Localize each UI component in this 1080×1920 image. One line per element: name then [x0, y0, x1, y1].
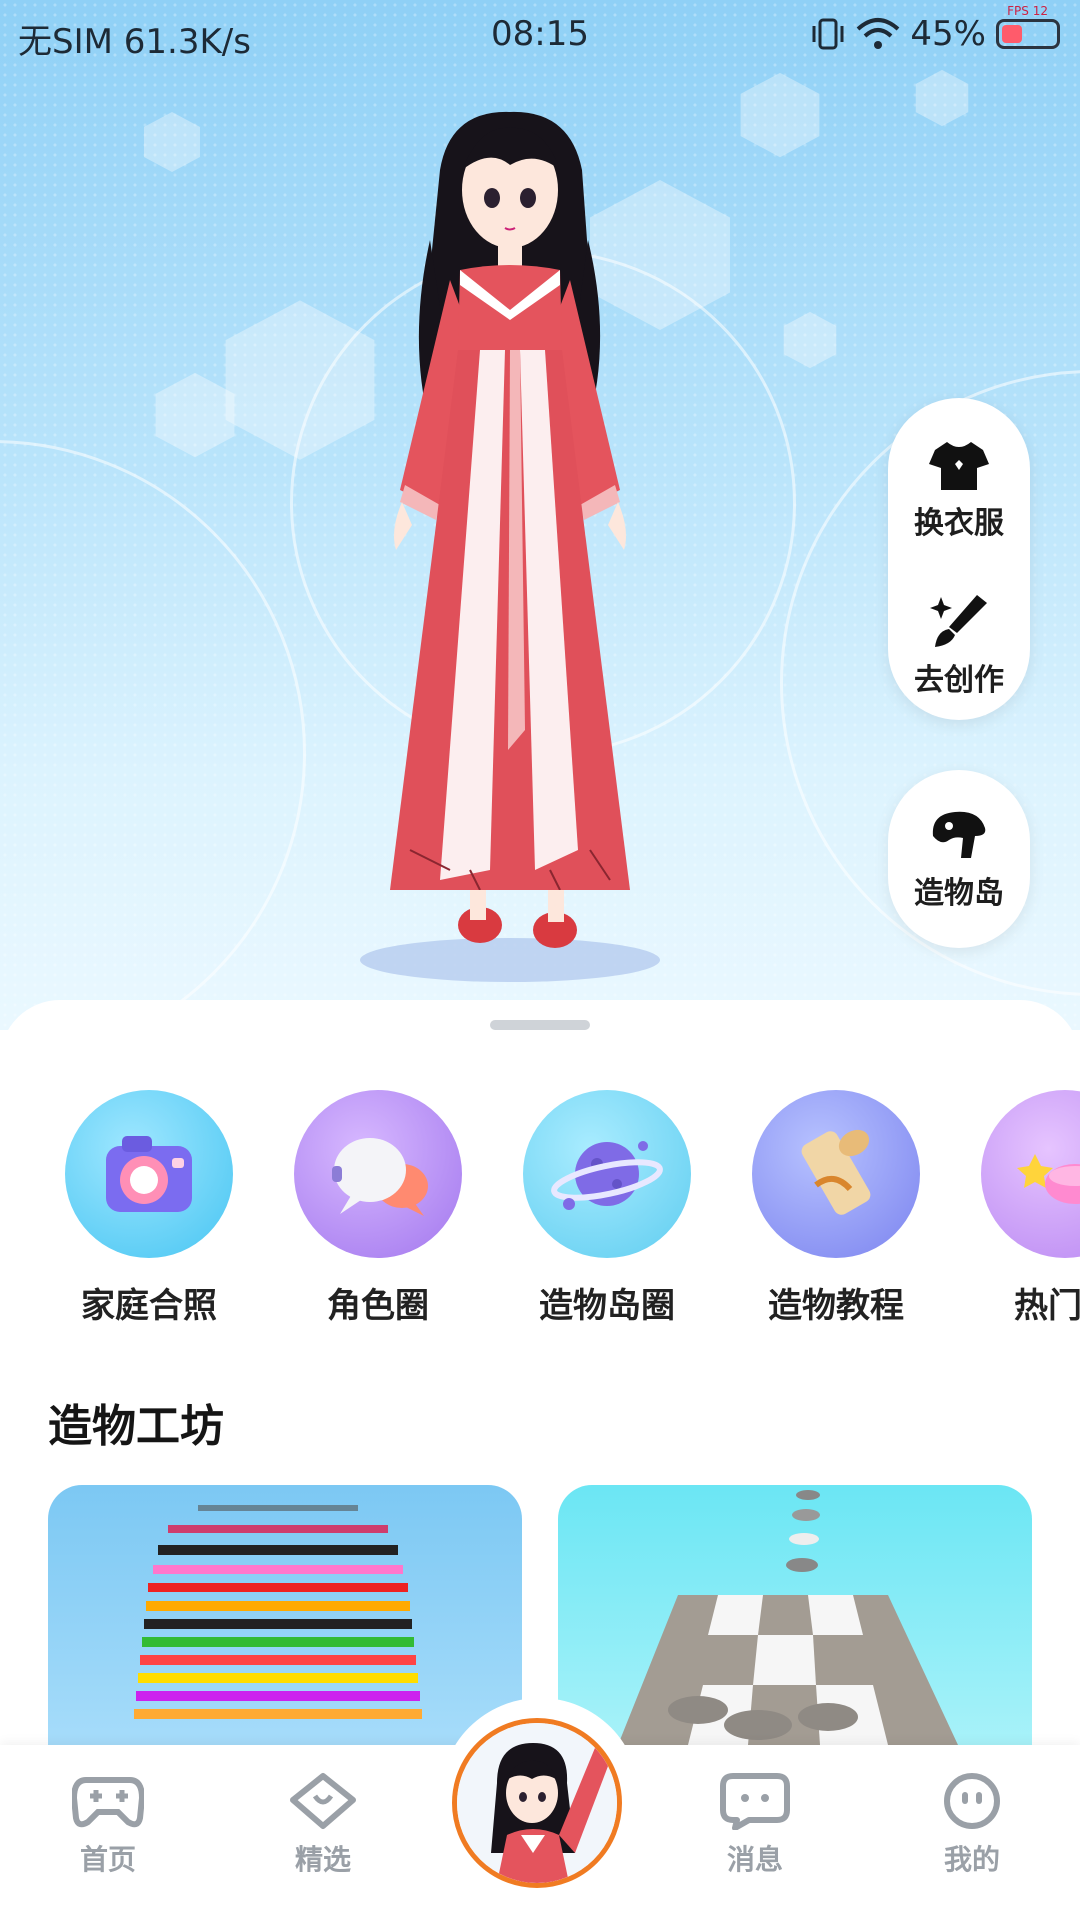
change-clothes-button[interactable]: 换衣服 [888, 398, 1030, 570]
island-button[interactable]: 造物岛 [888, 770, 1030, 948]
island-label: 造物岛 [914, 876, 1004, 911]
avatar-thumbnail [457, 1723, 617, 1883]
decor-hexagon [740, 72, 820, 158]
change-clothes-label: 换衣服 [914, 506, 1004, 541]
shortcut-trending[interactable]: 热门话 [965, 1090, 1080, 1327]
nav-messages-label: 消息 [726, 1843, 783, 1876]
decor-hexagon [144, 112, 200, 172]
shortcut-island-circle[interactable]: 造物岛圈 [507, 1090, 707, 1327]
nav-home-label: 首页 [79, 1843, 136, 1876]
profile-face-icon [944, 1773, 1000, 1829]
create-label: 去创作 [914, 663, 1004, 698]
nav-featured-label: 精选 [294, 1843, 351, 1876]
sheet-drag-handle[interactable] [490, 1020, 590, 1030]
gamepad-icon [70, 1777, 146, 1828]
trending-icon [1017, 1154, 1080, 1204]
camera-icon [106, 1136, 192, 1212]
shortcut-label: 角色圈 [327, 1286, 429, 1326]
create-button[interactable]: 去创作 [888, 570, 1030, 720]
nav-me-label: 我的 [943, 1843, 1000, 1876]
shortcut-row: 家庭合照 角色圈 造物岛圈 造物教程 热门话 [0, 1090, 1080, 1330]
side-action-group: 换衣服 去创作 [888, 398, 1030, 720]
card-thumbnail [618, 1490, 958, 1745]
status-bar: 无SIM 61.3K/s 08:15 FPS 12 45% [0, 0, 1080, 70]
shortcut-label: 造物教程 [768, 1286, 904, 1326]
tshirt-icon [929, 442, 989, 490]
planet-icon [551, 1141, 663, 1210]
nav-avatar-button[interactable] [452, 1718, 622, 1888]
chat-icon [720, 1773, 790, 1831]
card-thumbnail [134, 1505, 422, 1719]
magic-brush-icon [930, 595, 987, 647]
workshop-card[interactable] [558, 1485, 1032, 1745]
wifi-icon [857, 18, 900, 49]
island-icon [932, 811, 986, 858]
battery-percent: 45% [910, 14, 986, 54]
shortcut-tutorial[interactable]: 造物教程 [736, 1090, 936, 1327]
decor-hexagon [783, 311, 837, 369]
shortcut-family-photo[interactable]: 家庭合照 [49, 1090, 249, 1327]
scroll-icon [801, 1129, 871, 1215]
status-icons: 45% [810, 14, 1060, 54]
decor-hexagon [155, 372, 235, 458]
decor-hexagon [915, 69, 969, 127]
chat-bubbles-icon [332, 1138, 428, 1216]
nav-messages[interactable]: 消息 [685, 1772, 825, 1878]
battery-icon [996, 19, 1060, 49]
shortcut-label: 家庭合照 [81, 1286, 217, 1326]
workshop-card[interactable] [48, 1485, 522, 1745]
nav-home[interactable]: 首页 [38, 1772, 178, 1878]
shortcut-label: 造物岛圈 [539, 1286, 675, 1326]
section-title: 造物工坊 [48, 1401, 224, 1452]
nav-featured[interactable]: 精选 [253, 1772, 393, 1878]
avatar-character[interactable] [330, 110, 690, 990]
shortcut-character-circle[interactable]: 角色圈 [278, 1090, 478, 1327]
vibrate-icon [812, 18, 844, 50]
heart-badge-icon [290, 1773, 356, 1829]
shortcut-label: 热门话 [1014, 1286, 1080, 1326]
nav-me[interactable]: 我的 [902, 1772, 1042, 1878]
